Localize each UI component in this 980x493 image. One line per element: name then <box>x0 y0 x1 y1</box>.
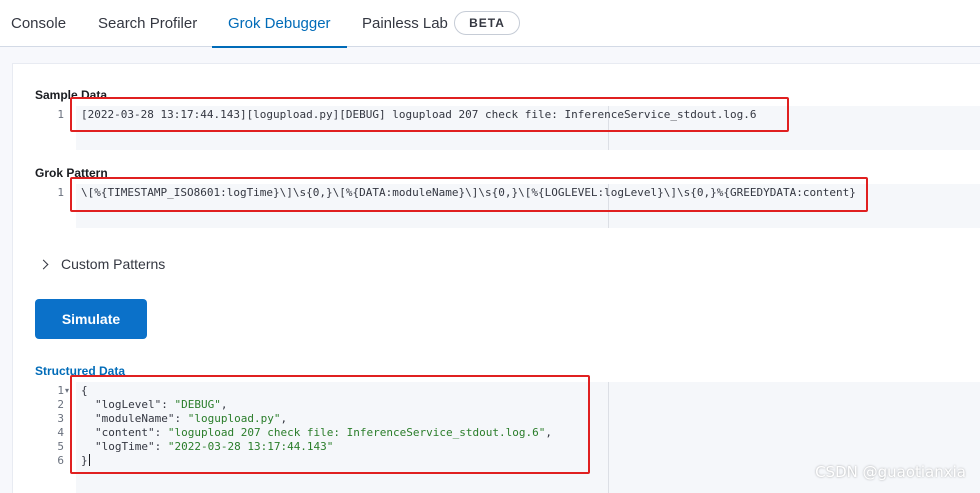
json-comma: , <box>280 412 288 425</box>
line-number: 1 <box>57 108 64 121</box>
line-gutter: 1 <box>35 184 76 228</box>
json-value: "DEBUG" <box>174 398 221 411</box>
json-comma: , <box>545 426 552 439</box>
grok-pattern-line: \[%{TIMESTAMP_ISO8601:logTime}\]\s{0,}\[… <box>81 186 856 199</box>
line-number: 6 <box>57 454 64 467</box>
tab-search-profiler[interactable]: Search Profiler <box>98 0 197 47</box>
line-number: 1 <box>57 186 64 199</box>
line-gutter: 1 <box>35 106 76 150</box>
line-number: 3 <box>57 412 64 425</box>
json-value: "logupload 207 check file: InferenceServ… <box>167 426 546 439</box>
json-field-line: "logLevel": "DEBUG", <box>95 398 228 411</box>
grok-pattern-editor[interactable]: 1 \[%{TIMESTAMP_ISO8601:logTime}\]\s{0,}… <box>35 184 980 228</box>
simulate-button[interactable]: Simulate <box>35 299 147 339</box>
json-value: "logupload.py" <box>187 412 281 425</box>
line-number: 1 <box>57 384 64 397</box>
watermark: CSDN @guaotianxia <box>815 463 966 481</box>
json-field-line: "logTime": "2022-03-28 13:17:44.143" <box>95 440 334 453</box>
sample-data-line: [2022-03-28 13:17:44.143][logupload.py][… <box>81 108 757 121</box>
line-gutter: 1 2 3 4 5 6 <box>35 382 76 493</box>
sample-data-editor[interactable]: 1 [2022-03-28 13:17:44.143][logupload.py… <box>35 106 980 150</box>
json-field-line: "moduleName": "logupload.py", <box>95 412 288 425</box>
json-field-line: "content": "logupload 207 check file: In… <box>95 426 552 439</box>
json-key: "content" <box>95 426 155 439</box>
json-value: "2022-03-28 13:17:44.143" <box>167 440 334 453</box>
tab-painless-lab[interactable]: Painless Lab <box>362 0 448 47</box>
grok-pattern-label: Grok Pattern <box>35 166 108 180</box>
line-number: 2 <box>57 398 64 411</box>
beta-badge: BETA <box>454 11 520 35</box>
text-cursor <box>88 454 90 466</box>
json-close-brace: } <box>81 454 88 467</box>
line-number: 4 <box>57 426 64 439</box>
tab-bar: Console Search Profiler Grok Debugger Pa… <box>0 0 980 48</box>
json-close-brace-line: } <box>81 454 90 468</box>
tab-grok-debugger[interactable]: Grok Debugger <box>212 0 347 48</box>
json-key: "logLevel" <box>95 398 162 411</box>
tab-console[interactable]: Console <box>11 0 66 47</box>
print-margin <box>608 382 609 493</box>
fold-arrow-icon[interactable]: ▾ <box>65 384 69 398</box>
custom-patterns-toggle[interactable]: Custom Patterns <box>38 254 166 274</box>
line-number: 5 <box>57 440 64 453</box>
chevron-right-icon <box>38 259 49 269</box>
json-key: "logTime" <box>95 440 155 453</box>
custom-patterns-label: Custom Patterns <box>61 256 166 272</box>
sample-data-label: Sample Data <box>35 88 108 102</box>
json-key: "moduleName" <box>95 412 175 425</box>
json-open-brace: { <box>81 384 88 397</box>
structured-data-label: Structured Data <box>35 364 126 378</box>
json-comma: , <box>220 398 228 411</box>
